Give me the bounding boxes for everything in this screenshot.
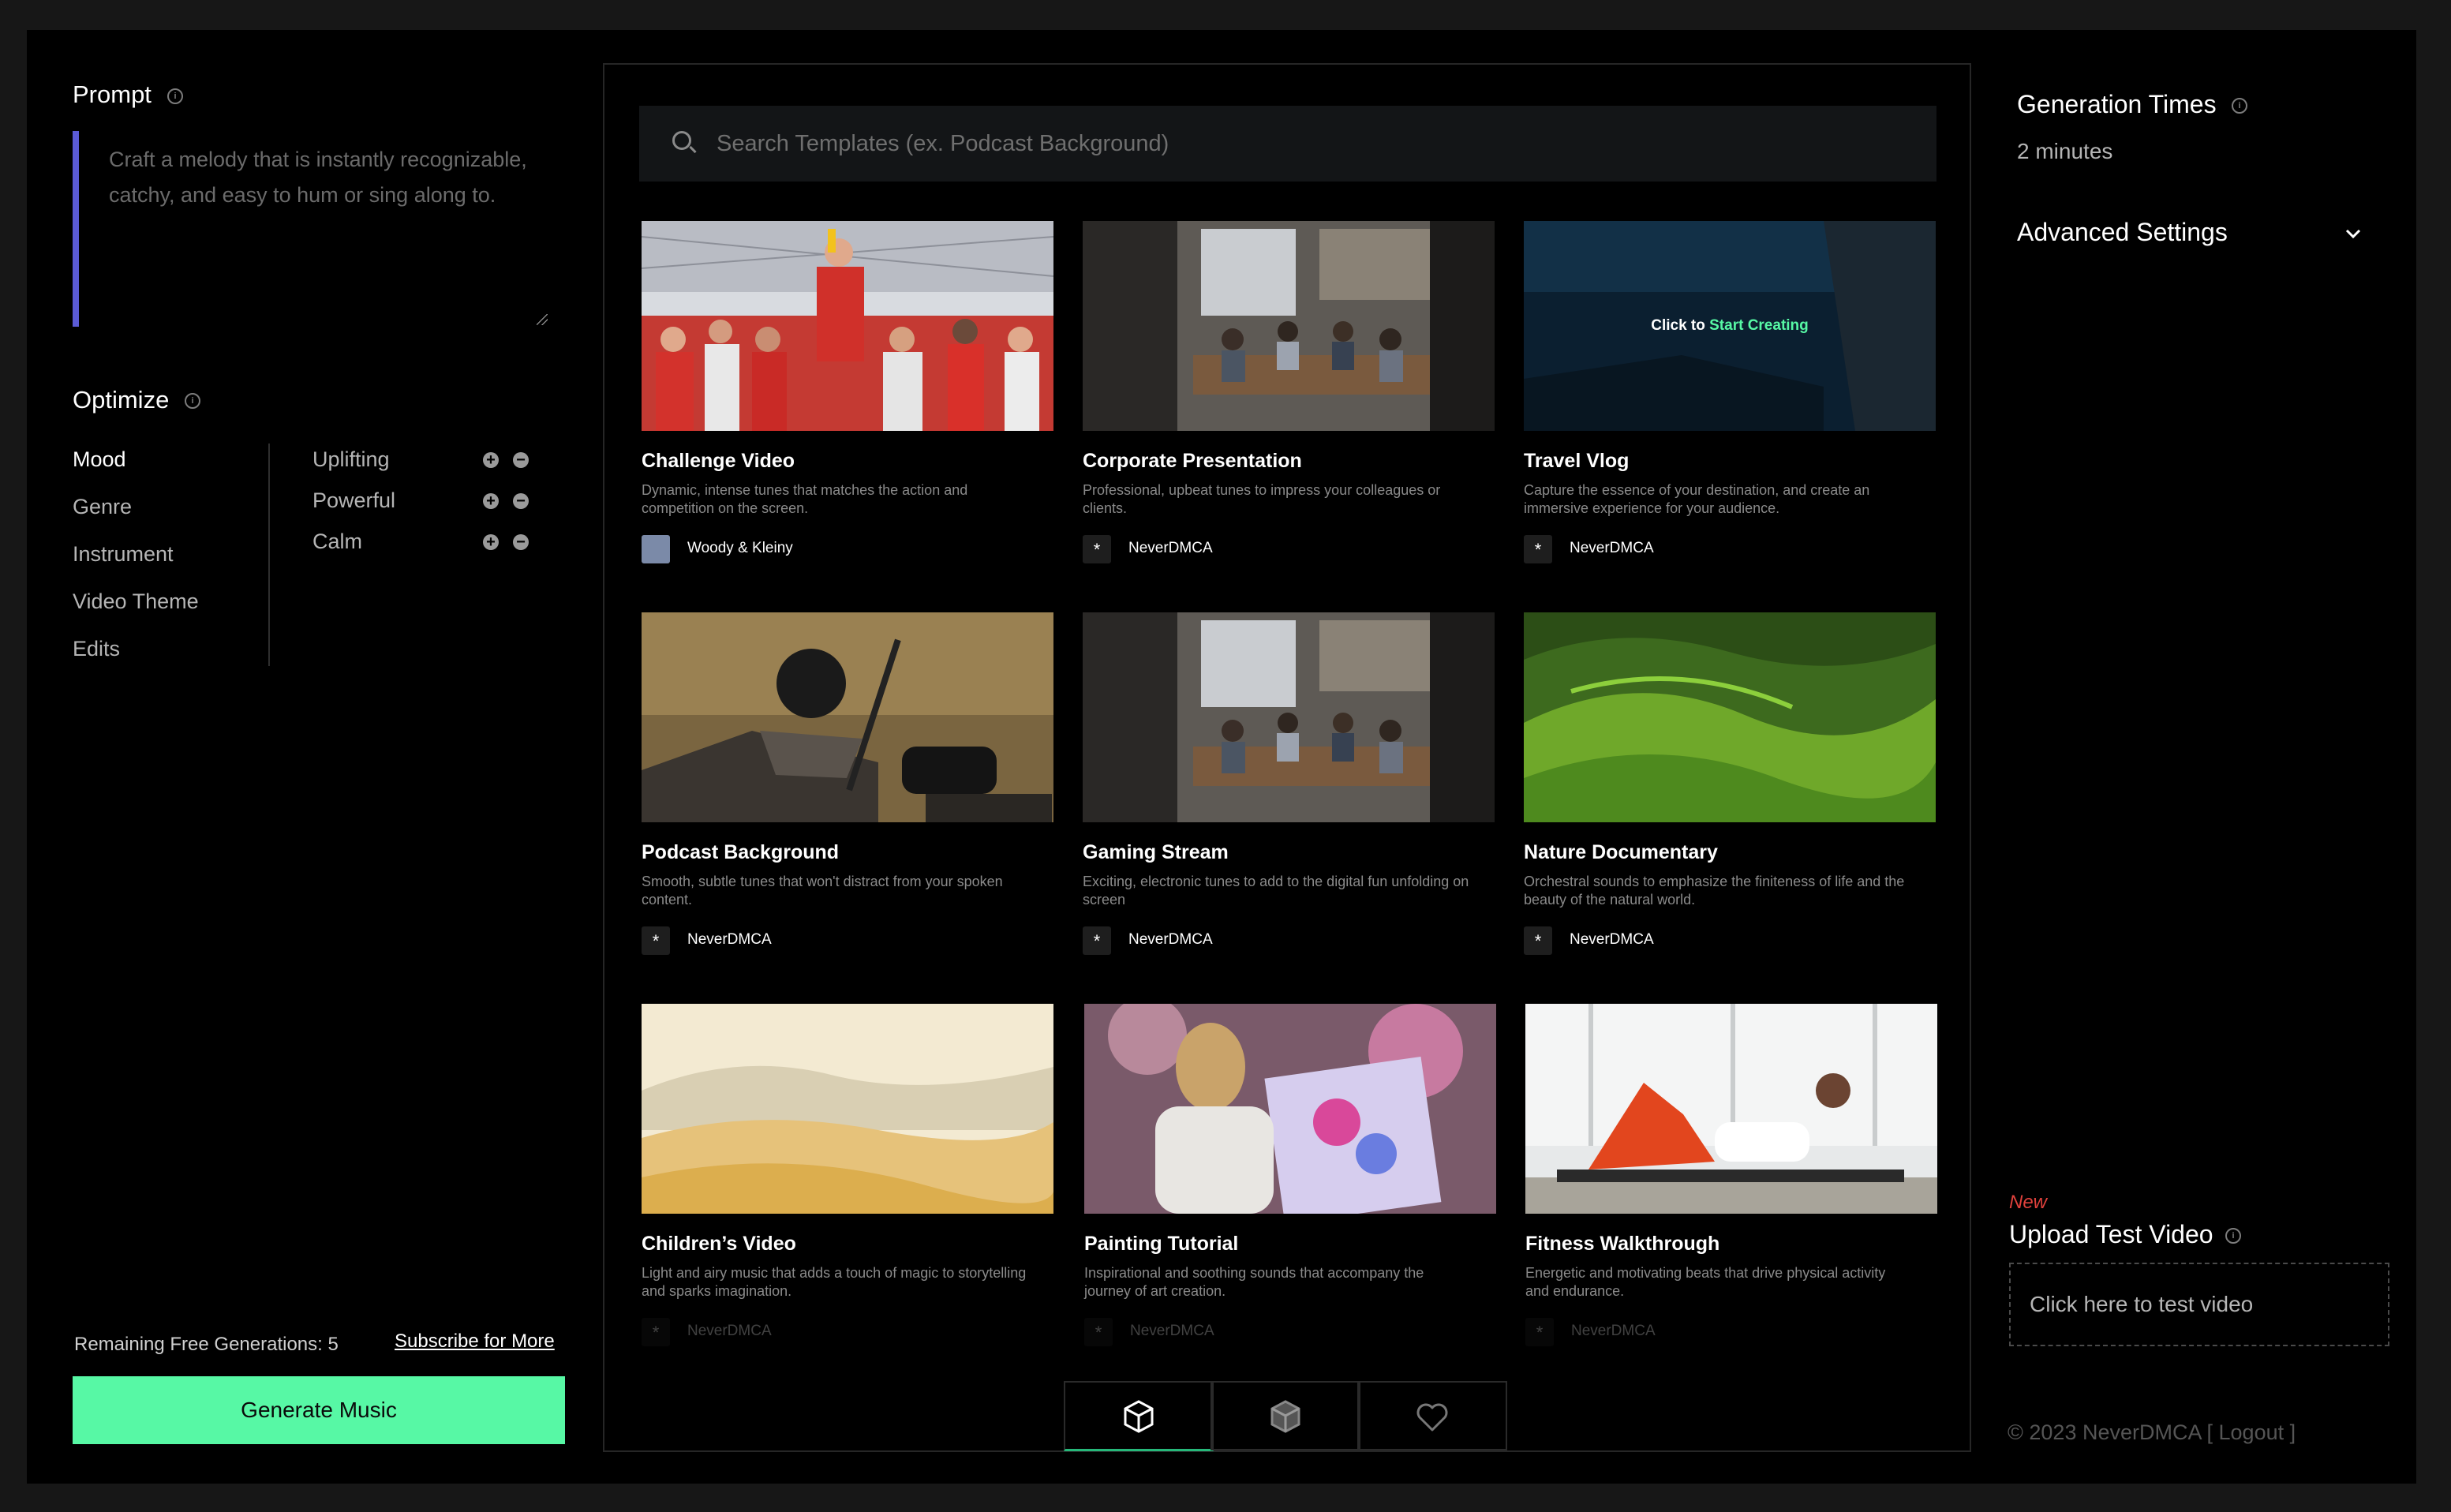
card-title: Gaming Stream xyxy=(1083,841,1229,863)
template-tabs xyxy=(1064,1381,1509,1451)
card-description: Capture the essence of your destination,… xyxy=(1524,482,1870,516)
thumbnail-image xyxy=(642,1004,1053,1214)
upload-test-video-label: Upload Test Video xyxy=(2009,1220,2213,1248)
tab-favorites[interactable] xyxy=(1357,1381,1507,1450)
thumbnail-image xyxy=(1083,612,1495,822)
card-title: Fitness Walkthrough xyxy=(1525,1233,1720,1255)
author-name: NeverDMCA xyxy=(1570,931,1654,948)
author-name: NeverDMCA xyxy=(1128,540,1213,556)
author-avatar xyxy=(642,535,670,563)
logout-link[interactable]: [ Logout ] xyxy=(2207,1420,2296,1444)
optimize-info-icon[interactable]: i xyxy=(185,393,200,409)
author-name: Woody & Kleiny xyxy=(687,540,793,556)
generation-times-label: Generation Times xyxy=(2017,90,2217,118)
category-mood[interactable]: Mood xyxy=(73,447,126,472)
upload-box-text: Click here to test video xyxy=(2030,1292,2254,1316)
template-search-input[interactable]: Search Templates (ex. Podcast Background… xyxy=(639,106,1936,182)
category-genre[interactable]: Genre xyxy=(73,495,132,519)
minus-icon[interactable]: − xyxy=(513,493,529,509)
category-instrument[interactable]: Instrument xyxy=(73,542,174,567)
category-video-theme[interactable]: Video Theme xyxy=(73,589,199,614)
footer: © 2023 NeverDMCA [ Logout ] xyxy=(2008,1420,2296,1445)
upload-test-video-dropzone[interactable]: Click here to test video xyxy=(2009,1263,2389,1346)
author-avatar: * xyxy=(1084,1318,1113,1346)
author-avatar: * xyxy=(642,1318,670,1346)
thumbnail-image xyxy=(642,612,1053,822)
mood-option-powerful: Powerful xyxy=(312,488,396,512)
new-badge: New xyxy=(2009,1192,2048,1213)
cube-icon xyxy=(1124,1400,1154,1433)
plus-icon[interactable]: + xyxy=(483,534,499,550)
optimize-label: Optimize xyxy=(73,386,170,414)
mood-option-uplifting: Uplifting xyxy=(312,447,390,471)
card-title: Painting Tutorial xyxy=(1084,1233,1239,1255)
prompt-placeholder: Craft a melody that is instantly recogni… xyxy=(109,148,527,207)
upload-info-icon[interactable]: i xyxy=(2225,1228,2241,1244)
thumbnail-image xyxy=(1525,1004,1937,1214)
search-icon xyxy=(672,131,691,150)
author-avatar: * xyxy=(642,926,670,955)
card-description: Professional, upbeat tunes to impress yo… xyxy=(1083,482,1441,516)
card-description: Orchestral sounds to emphasize the finit… xyxy=(1524,874,1905,908)
card-description: Energetic and motivating beats that driv… xyxy=(1525,1265,1886,1299)
author-name: NeverDMCA xyxy=(1571,1323,1656,1339)
tab-my-templates[interactable] xyxy=(1211,1381,1360,1450)
thumbnail-image: Click to Start Creating xyxy=(1524,221,1936,431)
subscribe-link[interactable]: Subscribe for More xyxy=(395,1330,555,1353)
minus-icon[interactable]: − xyxy=(513,534,529,550)
prompt-textarea[interactable]: Craft a melody that is instantly recogni… xyxy=(73,131,549,327)
cube-filled-icon xyxy=(1270,1400,1300,1433)
card-title: Podcast Background xyxy=(642,841,840,863)
card-title: Nature Documentary xyxy=(1524,841,1718,863)
prompt-label: Prompt xyxy=(73,80,152,108)
thumbnail-image xyxy=(642,221,1053,431)
author-avatar: * xyxy=(1083,535,1111,563)
card-title: Children’s Video xyxy=(642,1233,796,1255)
plus-icon[interactable]: + xyxy=(483,452,499,468)
card-description: Dynamic, intense tunes that matches the … xyxy=(642,482,968,516)
thumbnail-image xyxy=(1083,221,1495,431)
chevron-down-icon[interactable] xyxy=(2344,224,2363,243)
start-creating-prompt[interactable]: Click to Start Creating xyxy=(1524,317,1936,335)
card-description: Light and airy music that adds a touch o… xyxy=(642,1265,1027,1299)
resize-grip-icon[interactable] xyxy=(537,314,548,325)
category-edits[interactable]: Edits xyxy=(73,637,120,661)
card-description: Inspirational and soothing sounds that a… xyxy=(1084,1265,1424,1299)
heart-icon xyxy=(1416,1403,1448,1432)
remaining-generations: Remaining Free Generations: 5 xyxy=(74,1334,339,1355)
thumbnail-image xyxy=(1084,1004,1496,1214)
thumbnail-image xyxy=(1524,612,1936,822)
prompt-info-icon[interactable]: i xyxy=(167,88,183,104)
generate-music-button[interactable]: Generate Music xyxy=(73,1376,565,1444)
advanced-settings-toggle[interactable]: Advanced Settings xyxy=(2017,218,2228,247)
plus-icon[interactable]: + xyxy=(483,493,499,509)
author-avatar: * xyxy=(1524,926,1552,955)
card-description: Smooth, subtle tunes that won't distract… xyxy=(642,874,1003,908)
author-name: NeverDMCA xyxy=(1128,931,1213,948)
card-title: Challenge Video xyxy=(642,450,795,472)
generation-times-value: 2 minutes xyxy=(2017,139,2113,163)
author-name: NeverDMCA xyxy=(1130,1323,1214,1339)
author-name: NeverDMCA xyxy=(687,931,772,948)
generation-times-info-icon[interactable]: i xyxy=(2232,98,2247,114)
category-divider xyxy=(268,443,270,666)
card-title: Travel Vlog xyxy=(1524,450,1630,472)
tab-all-templates[interactable] xyxy=(1064,1381,1214,1451)
author-avatar: * xyxy=(1525,1318,1554,1346)
author-avatar: * xyxy=(1083,926,1111,955)
search-placeholder: Search Templates (ex. Podcast Background… xyxy=(717,131,1169,156)
card-title: Corporate Presentation xyxy=(1083,450,1302,472)
mood-option-calm: Calm xyxy=(312,530,363,553)
author-name: NeverDMCA xyxy=(1570,540,1654,556)
author-avatar: * xyxy=(1524,535,1552,563)
minus-icon[interactable]: − xyxy=(513,452,529,468)
card-description: Exciting, electronic tunes to add to the… xyxy=(1083,874,1469,908)
copyright-text: © 2023 NeverDMCA xyxy=(2008,1420,2201,1444)
author-name: NeverDMCA xyxy=(687,1323,772,1339)
